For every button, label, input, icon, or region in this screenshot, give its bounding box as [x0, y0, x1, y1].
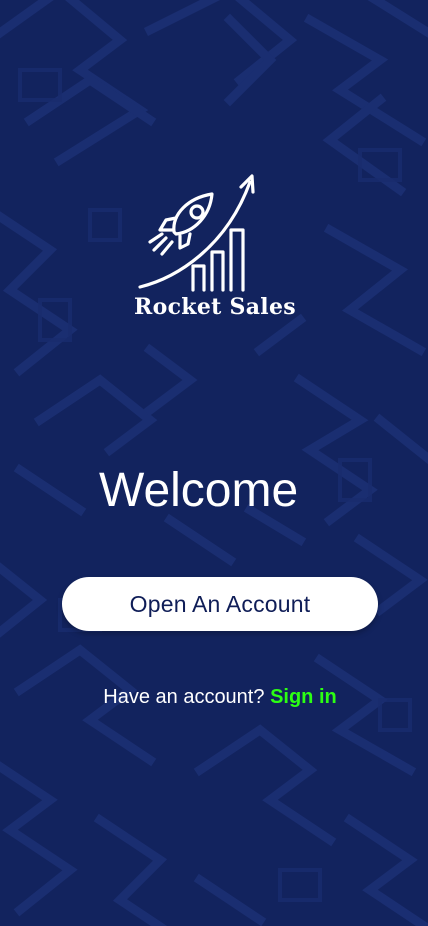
app-logo: Rocket Sales — [120, 170, 310, 330]
sign-in-link[interactable]: Sign in — [270, 686, 337, 708]
open-account-button[interactable]: Open An Account — [62, 577, 378, 631]
sign-in-prompt: Have an account? Sign in — [0, 686, 428, 709]
welcome-screen: Rocket Sales Welcome Open An Account Hav… — [0, 0, 428, 926]
brand-name: Rocket Sales — [134, 294, 296, 320]
have-account-text: Have an account? — [103, 686, 265, 708]
welcome-title: Welcome — [99, 464, 299, 517]
rocket-growth-chart-icon — [138, 174, 255, 292]
